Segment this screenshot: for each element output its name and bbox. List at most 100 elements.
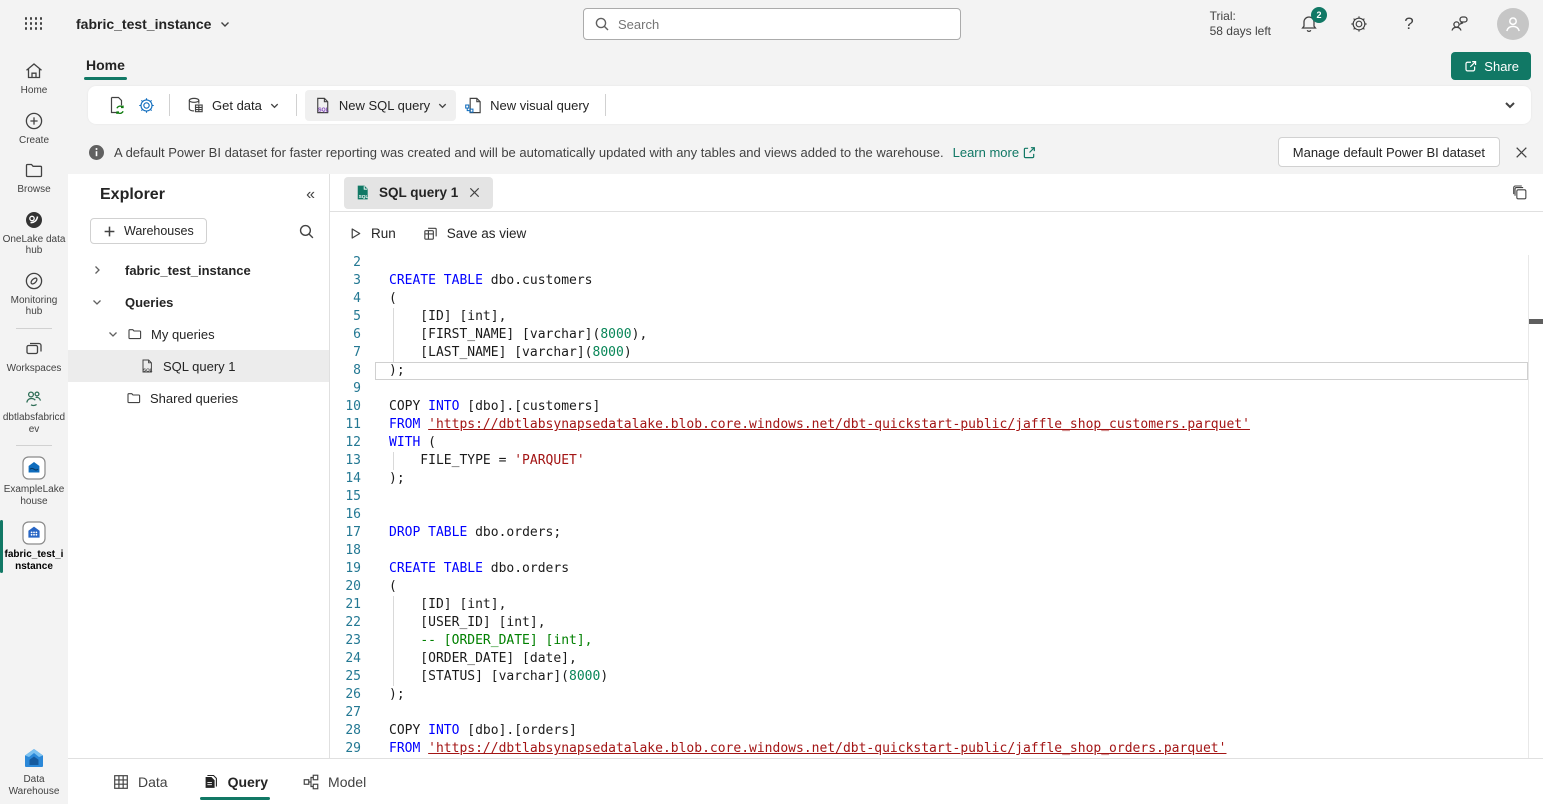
rail-item-workspaces[interactable]: Workspaces [0,332,68,382]
collapse-ribbon-icon[interactable] [1503,98,1517,112]
explorer-panel: Explorer « Warehouses fabric_test_in [68,174,330,758]
search-input[interactable] [618,17,950,32]
close-tab-icon[interactable] [466,184,483,201]
new-sql-query-button[interactable]: SQL New SQL query [305,90,456,121]
view-tab-query[interactable]: Query [190,759,280,804]
query-tab[interactable]: SQL SQL query 1 [344,177,493,209]
feedback-button[interactable] [1447,12,1471,36]
tree-item-my-queries[interactable]: My queries [68,318,329,350]
notifications-button[interactable]: 2 [1297,12,1321,36]
add-warehouses-button[interactable]: Warehouses [90,218,207,244]
code-line[interactable]: 24 [ORDER_DATE] [date], [330,650,1528,668]
code-line[interactable]: 5 [ID] [int], [330,308,1528,326]
line-number: 10 [330,398,375,416]
view-tab-data[interactable]: Data [100,759,180,804]
tree-item-fabric-test-instance[interactable]: fabric_test_instance [68,254,329,286]
share-button[interactable]: Share [1451,52,1531,80]
query-doc-icon [202,773,220,791]
line-number: 20 [330,578,375,596]
view-tab-model[interactable]: Model [290,759,378,804]
account-avatar[interactable] [1497,8,1529,40]
line-number: 27 [330,704,375,722]
chevron-down-icon [269,100,280,111]
code-line[interactable]: 7 [LAST_NAME] [varchar](8000) [330,344,1528,362]
code-line[interactable]: 19CREATE TABLE dbo.orders [330,560,1528,578]
code-line[interactable]: 8); [330,362,1528,380]
code-line[interactable]: 3CREATE TABLE dbo.customers [330,272,1528,290]
code-line[interactable]: 15 [330,488,1528,506]
lakehouse-icon [21,455,47,481]
line-number: 4 [330,290,375,308]
code-line[interactable]: 29FROM 'https://dbtlabsynapsedatalake.bl… [330,740,1528,758]
code-line[interactable]: 28COPY INTO [dbo].[orders] [330,722,1528,740]
rail-item-data-warehouse-app[interactable]: Data Warehouse [0,739,68,804]
refresh-dataset-button[interactable] [102,89,132,121]
rail-item-create[interactable]: Create [0,104,68,154]
line-number: 12 [330,434,375,452]
workspace-switcher[interactable]: fabric_test_instance [76,16,231,32]
get-data-button[interactable]: Get data [178,90,288,121]
code-line[interactable]: 18 [330,542,1528,560]
code-line[interactable]: 13 FILE_TYPE = 'PARQUET' [330,452,1528,470]
code-line[interactable]: 14); [330,470,1528,488]
code-line[interactable]: 6 [FIRST_NAME] [varchar](8000), [330,326,1528,344]
code-line[interactable]: 22 [USER_ID] [int], [330,614,1528,632]
svg-text:SQL: SQL [143,367,153,372]
file-refresh-icon [107,95,127,115]
line-number: 22 [330,614,375,632]
code-line[interactable]: 21 [ID] [int], [330,596,1528,614]
code-line[interactable]: 23 -- [ORDER_DATE] [int], [330,632,1528,650]
line-number: 5 [330,308,375,326]
code-line[interactable]: 26); [330,686,1528,704]
code-line[interactable]: 20( [330,578,1528,596]
ribbon-settings-button[interactable] [132,90,161,121]
query-tab-title: SQL query 1 [379,185,458,200]
global-search[interactable] [583,8,961,40]
code-line[interactable]: 10COPY INTO [dbo].[customers] [330,398,1528,416]
banner-message: A default Power BI dataset for faster re… [114,145,944,160]
manage-dataset-button[interactable]: Manage default Power BI dataset [1278,137,1500,167]
run-button[interactable]: Run [348,226,396,241]
line-number: 9 [330,380,375,398]
code-lines: 23CREATE TABLE dbo.customers4(5 [ID] [in… [330,254,1528,758]
app-launcher-icon[interactable] [25,17,44,31]
chevron-down-icon [219,18,231,30]
tree-item-queries[interactable]: Queries [68,286,329,318]
onelake-icon [23,209,45,231]
rail-item-example-lakehouse[interactable]: ExampleLakehouse [0,449,68,514]
editor-scrollbar[interactable] [1528,255,1543,758]
new-visual-query-button[interactable]: New visual query [456,90,597,121]
code-line[interactable]: 11FROM 'https://dbtlabsynapsedatalake.bl… [330,416,1528,434]
code-line[interactable]: 9 [330,380,1528,398]
rail-item-monitoring-hub[interactable]: Monitoring hub [0,264,68,325]
code-line[interactable]: 12WITH ( [330,434,1528,452]
code-line[interactable]: 17DROP TABLE dbo.orders; [330,524,1528,542]
tree-item-shared-queries[interactable]: Shared queries [68,382,329,414]
help-button[interactable]: ? [1397,12,1421,36]
query-editor: SQL SQL query 1 Run [330,174,1543,758]
copy-icon[interactable] [1511,184,1529,202]
code-line[interactable]: 4( [330,290,1528,308]
save-as-view-button[interactable]: Save as view [422,225,527,242]
line-number: 17 [330,524,375,542]
tree-item-sql-query-1[interactable]: SQL SQL query 1 [68,350,329,382]
code-line[interactable]: 27 [330,704,1528,722]
rail-item-browse[interactable]: Browse [0,153,68,203]
settings-button[interactable] [1347,12,1371,36]
play-icon [348,226,363,241]
rail-item-home[interactable]: Home [0,54,68,104]
collapse-explorer-icon[interactable]: « [306,186,315,204]
rail-item-dbt-workspace[interactable]: dbtlabsfabricdev [0,381,68,442]
tab-home[interactable]: Home [84,51,127,82]
rail-item-fabric-test-instance[interactable]: fabric_test_instance [0,514,68,579]
learn-more-link[interactable]: Learn more [953,145,1036,160]
code-line[interactable]: 16 [330,506,1528,524]
code-line[interactable]: 2 [330,254,1528,272]
banner-close-button[interactable] [1514,145,1529,160]
rail-item-onelake-data-hub[interactable]: OneLake data hub [0,203,68,264]
code-editor[interactable]: 23CREATE TABLE dbo.customers4(5 [ID] [in… [330,254,1543,758]
monitoring-icon [23,270,45,292]
code-line[interactable]: 25 [STATUS] [varchar](8000) [330,668,1528,686]
chevron-down-icon [107,328,119,340]
explorer-search-icon[interactable] [298,223,315,240]
